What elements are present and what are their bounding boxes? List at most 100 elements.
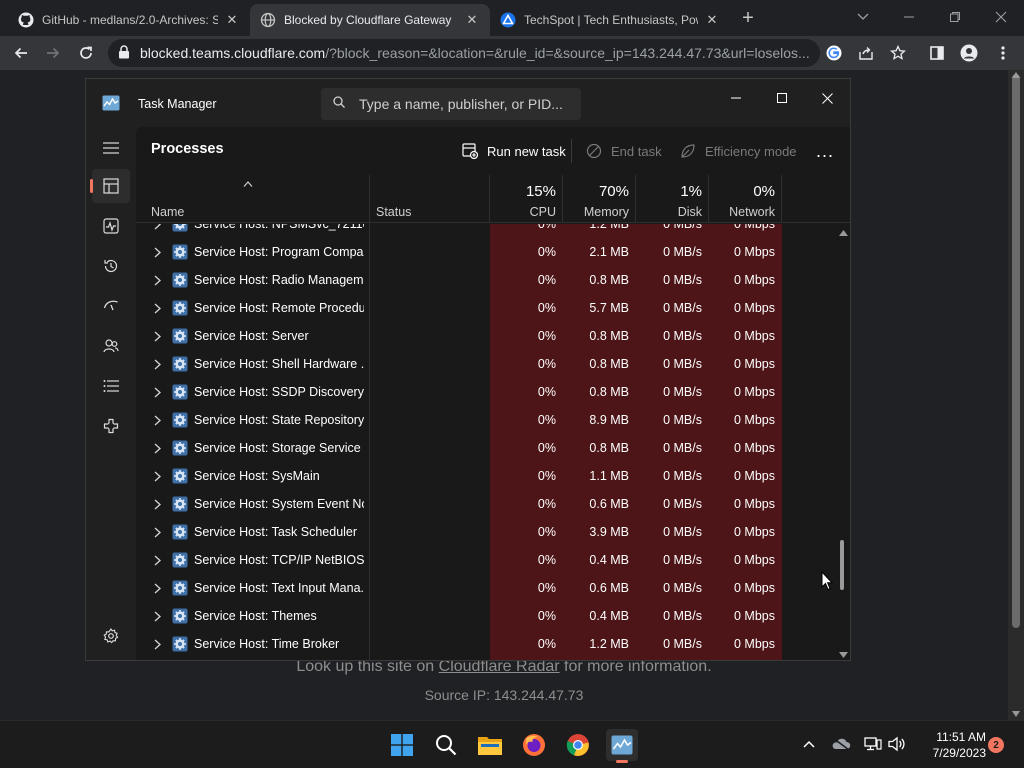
expand-chevron-icon[interactable] [152,357,162,371]
column-header-name[interactable]: Name [151,175,351,223]
expand-chevron-icon[interactable] [152,301,162,315]
expand-chevron-icon[interactable] [152,525,162,539]
expand-chevron-icon[interactable] [152,441,162,455]
more-options-icon[interactable]: ... [812,139,838,163]
expand-chevron-icon[interactable] [152,385,162,399]
column-header-memory[interactable]: 70% Memory [563,175,629,223]
details-icon[interactable] [92,369,130,403]
network-icon[interactable] [862,733,884,755]
share-icon[interactable] [853,40,879,66]
network-value: 0 Mbps [734,497,775,511]
expand-chevron-icon[interactable] [152,469,162,483]
process-scroll-thumb[interactable] [840,540,844,590]
column-header-disk[interactable]: 1% Disk [636,175,702,223]
task-manager-titlebar[interactable]: Task Manager [86,79,850,127]
table-row[interactable]: Service Host: State Repository ... 0% 8.9 … [136,406,850,434]
side-panel-icon[interactable] [924,40,950,66]
column-divider [781,175,782,223]
tab-blocked[interactable]: Blocked by Cloudflare Gateway ✕ [250,4,490,36]
process-search-box[interactable] [321,88,581,120]
settings-icon[interactable] [92,619,130,653]
tab-search-icon[interactable] [840,0,886,34]
service-gear-icon [172,468,188,484]
file-explorer-icon[interactable] [474,729,506,761]
close-tab-icon[interactable]: ✕ [464,12,480,28]
table-row[interactable]: Service Host: Task Scheduler 0% 3.9 MB 0 MB… [136,518,850,546]
app-history-icon[interactable] [92,249,130,283]
minimize-browser-button[interactable] [886,0,932,34]
back-button[interactable] [8,40,34,66]
lock-icon[interactable] [118,44,130,62]
page-scroll-thumb[interactable] [1012,74,1020,628]
chrome-menu-icon[interactable] [990,40,1016,66]
users-icon[interactable] [92,329,130,363]
expand-chevron-icon[interactable] [152,245,162,259]
tab-techspot[interactable]: TechSpot | Tech Enthusiasts, Powe ✕ [490,4,730,36]
system-clock[interactable]: 11:51 AM 7/29/2023 [918,729,986,761]
tab-github[interactable]: GitHub - medlans/2.0-Archives: S ✕ [8,4,250,36]
windows-start-icon[interactable] [386,729,418,761]
startup-apps-icon[interactable] [92,289,130,323]
process-search-input[interactable] [359,96,564,112]
minimize-button[interactable] [713,83,759,113]
column-header-network[interactable]: 0% Network [709,175,775,223]
expand-chevron-icon[interactable] [152,273,162,287]
table-row[interactable]: Service Host: Time Broker 0% 1.2 MB 0 MB/s 0… [136,630,850,658]
services-icon[interactable] [92,409,130,443]
scroll-down-icon[interactable] [839,650,848,660]
efficiency-mode-button[interactable]: Efficiency mode [679,138,797,164]
task-manager-taskbar-icon[interactable] [606,729,638,763]
expand-chevron-icon[interactable] [152,413,162,427]
table-row[interactable]: Service Host: Shell Hardware ... 0% 0.8 MB… [136,350,850,378]
table-row[interactable]: Service Host: NPSMSvc_7211d 0% 1.2 MB 0 MB/… [136,224,850,238]
close-tab-icon[interactable]: ✕ [704,12,720,28]
reload-button[interactable] [73,40,99,66]
expand-chevron-icon[interactable] [152,224,162,231]
column-header-cpu[interactable]: 15% CPU [490,175,556,223]
close-tab-icon[interactable]: ✕ [224,12,240,28]
table-row[interactable]: Service Host: Text Input Mana... 0% 0.6 MB… [136,574,850,602]
firefox-icon[interactable] [518,729,550,761]
close-browser-button[interactable] [978,0,1024,34]
table-row[interactable]: Service Host: Themes 0% 0.4 MB 0 MB/s 0 Mbps [136,602,850,630]
hamburger-icon[interactable] [92,131,130,165]
expand-chevron-icon[interactable] [152,553,162,567]
expand-chevron-icon[interactable] [152,637,162,651]
process-list-scrollbar[interactable] [836,224,850,660]
google-lens-icon[interactable] [821,40,847,66]
onedrive-icon[interactable] [830,733,852,755]
run-new-task-button[interactable]: Run new task [461,138,566,164]
profile-avatar-icon[interactable] [956,40,982,66]
table-row[interactable]: Service Host: Remote Procedu... 0% 5.7 MB 0… [136,294,850,322]
table-row[interactable]: Service Host: SysMain 0% 1.1 MB 0 MB/s 0 Mbp… [136,462,850,490]
expand-chevron-icon[interactable] [152,329,162,343]
restore-browser-button[interactable] [932,0,978,34]
table-row[interactable]: Service Host: TCP/IP NetBIOS ... 0% 0.4 MB… [136,546,850,574]
close-button[interactable] [804,83,850,113]
volume-icon[interactable] [886,733,908,755]
chrome-icon[interactable] [562,729,594,761]
address-bar[interactable]: blocked.teams.cloudflare.com/?block_reas… [108,39,820,67]
performance-icon[interactable] [92,209,130,243]
expand-chevron-icon[interactable] [152,497,162,511]
table-row[interactable]: Service Host: Program Compa... 0% 2.1 MB 0 … [136,238,850,266]
scroll-up-icon[interactable] [839,228,848,238]
forward-button[interactable] [40,40,66,66]
table-row[interactable]: Service Host: Radio Managem... 0% 0.8 MB 0 … [136,266,850,294]
table-row[interactable]: Service Host: Storage Service 0% 0.8 MB 0 M… [136,434,850,462]
expand-chevron-icon[interactable] [152,581,162,595]
page-scrollbar[interactable] [1008,70,1024,720]
search-icon[interactable] [430,729,462,761]
maximize-button[interactable] [759,83,805,113]
table-row[interactable]: Service Host: SSDP Discovery 0% 0.8 MB 0 MB… [136,378,850,406]
table-row[interactable]: Service Host: Server 0% 0.8 MB 0 MB/s 0 Mbps [136,322,850,350]
processes-icon[interactable] [90,169,130,203]
expand-chevron-icon[interactable] [152,609,162,623]
bookmark-star-icon[interactable] [885,40,911,66]
table-row[interactable]: Service Host: System Event No... 0% 0.6 MB… [136,490,850,518]
new-tab-button[interactable]: + [736,6,760,30]
column-header-status[interactable]: Status [376,175,486,223]
notification-badge[interactable]: 2 [988,737,1004,753]
end-task-button[interactable]: End task [585,138,662,164]
show-hidden-icons-icon[interactable] [798,733,820,755]
